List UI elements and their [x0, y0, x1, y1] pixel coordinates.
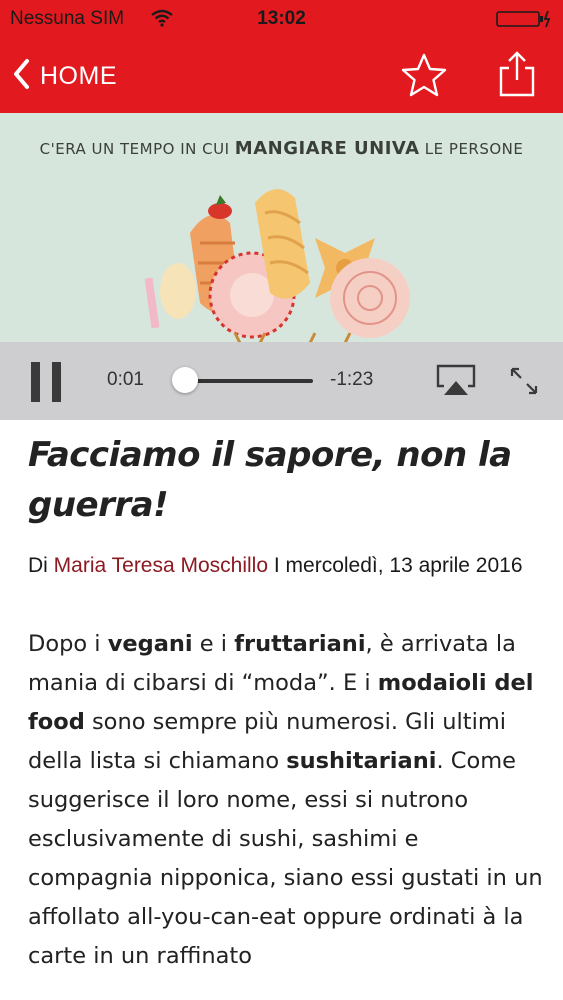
video-player[interactable]: C'ERA UN TEMPO IN CUI MANGIARE UNIVA LE … — [0, 113, 563, 420]
share-button[interactable] — [497, 50, 537, 103]
back-home-button[interactable]: HOME — [12, 56, 117, 96]
pasta-characters-illustration — [140, 183, 430, 348]
remaining-time: -1:23 — [330, 369, 374, 390]
pause-icon — [29, 362, 63, 406]
fullscreen-button[interactable] — [509, 366, 539, 401]
star-icon — [400, 53, 448, 102]
chevron-left-icon — [12, 58, 30, 95]
airplay-icon — [436, 364, 476, 400]
scrubber-track[interactable] — [185, 379, 313, 383]
back-home-label: HOME — [40, 61, 117, 90]
favorite-button[interactable] — [400, 52, 448, 103]
publish-date: mercoledì, 13 aprile 2016 — [285, 554, 523, 577]
share-icon — [497, 51, 537, 102]
expand-icon — [509, 367, 539, 400]
scrubber-thumb[interactable] — [172, 367, 198, 393]
playback-controls: 0:01 -1:23 — [0, 342, 563, 420]
navigation-bar: HOME — [0, 36, 563, 113]
elapsed-time: 0:01 — [107, 369, 144, 390]
airplay-button[interactable] — [436, 364, 476, 401]
status-time: 13:02 — [257, 8, 306, 29]
battery-charging-icon — [496, 10, 554, 33]
status-bar: Nessuna SIM 13:02 — [0, 0, 563, 36]
video-caption: C'ERA UN TEMPO IN CUI MANGIARE UNIVA LE … — [39, 138, 524, 159]
article-byline: Di Maria Teresa Moschillo I mercoledì, 1… — [28, 554, 523, 577]
pause-button[interactable] — [29, 362, 63, 407]
author-link[interactable]: Maria Teresa Moschillo — [54, 554, 268, 577]
article-body: Dopo i vegani e i fruttariani, è arrivat… — [28, 631, 543, 969]
article-title: Facciamo il sapore, non la guerra! — [28, 435, 512, 525]
